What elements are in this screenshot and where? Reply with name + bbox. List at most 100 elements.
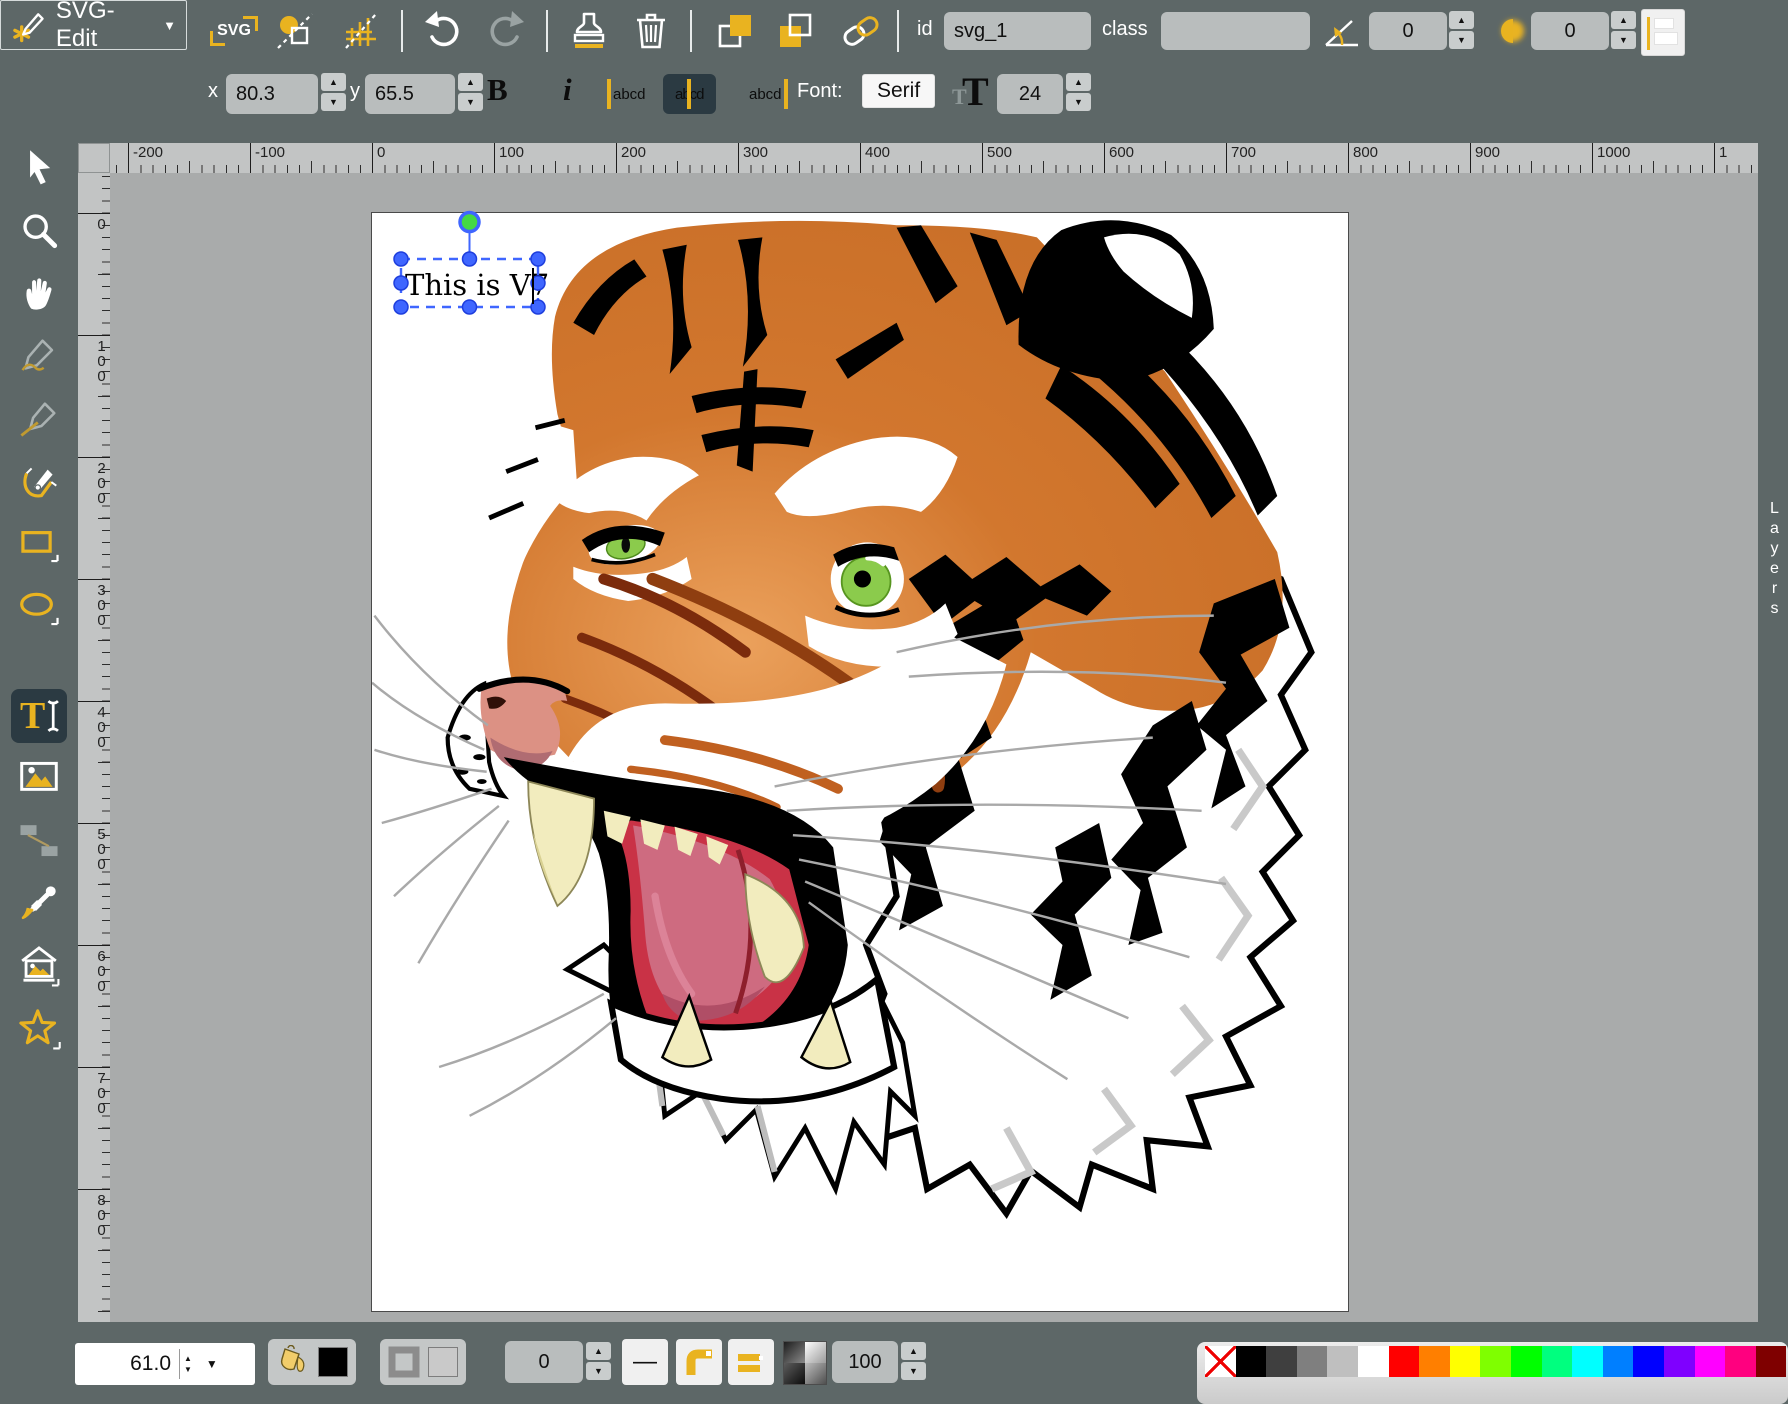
fill-color-group[interactable] [268,1339,356,1385]
source-editor-button[interactable]: SVG [211,8,257,54]
h-ruler-label: 500 [982,143,1104,173]
tool-zoom[interactable] [11,208,67,252]
magnifier-icon [20,211,58,249]
move-bottom-icon [773,9,817,53]
tool-image[interactable] [11,755,67,799]
tool-rect[interactable] [11,523,67,567]
layers-panel-toggle[interactable]: Layers [1758,125,1788,1322]
zoom-dropdown-chevron[interactable]: ▼ [206,1357,218,1371]
workspace: -200-10001002003004005006007008009001000… [77,125,1758,1322]
move-to-top-button[interactable] [712,8,758,54]
italic-button[interactable]: i [563,72,572,108]
panel-preview-block [1654,32,1678,45]
palette-swatch-ff7f00[interactable] [1419,1346,1450,1377]
tool-pan[interactable] [11,271,67,315]
stroke-color-swatch[interactable] [428,1347,458,1377]
zoom-down-button[interactable]: ▼ [184,1366,192,1374]
bold-button[interactable]: B [487,72,508,108]
clone-button[interactable] [566,8,612,54]
tool-eyedropper[interactable] [11,881,67,925]
palette-swatch-3f3f3f[interactable] [1266,1346,1297,1377]
blur-input[interactable] [1531,12,1609,50]
stroke-color-group[interactable] [380,1339,466,1385]
palette-swatch-ff0000[interactable] [1389,1346,1420,1377]
y-label: y [350,80,360,103]
tool-ellipse[interactable] [11,586,67,630]
palette-swatch-ffff00[interactable] [1450,1346,1481,1377]
y-down-button[interactable]: ▼ [458,93,483,111]
font-size-up-button[interactable]: ▲ [1066,73,1091,91]
palette-swatch-ff00ff[interactable] [1695,1346,1726,1377]
h-ruler-label: -200 [128,143,250,173]
palette-swatch-7f00ff[interactable] [1664,1346,1695,1377]
panel-toggle-button[interactable] [1641,9,1685,56]
palette-swatch-00ffff[interactable] [1572,1346,1603,1377]
tool-connector[interactable] [11,818,67,862]
palette-swatch-ff007f[interactable] [1725,1346,1756,1377]
linejoin-button[interactable] [676,1339,722,1385]
font-size-down-button[interactable]: ▼ [1066,93,1091,111]
x-up-button[interactable]: ▲ [321,73,346,91]
editor-preferences-button[interactable] [338,8,384,54]
canvas-text-element[interactable]: This is V7 [405,270,549,300]
palette-swatch-000000[interactable] [1236,1346,1267,1377]
font-size-input[interactable] [997,74,1063,114]
opacity-input[interactable] [832,1341,898,1383]
palette-swatch-none[interactable] [1205,1346,1236,1377]
stroke-width-up-button[interactable]: ▲ [586,1342,611,1360]
element-id-input[interactable] [944,12,1091,50]
tool-select[interactable] [11,145,67,189]
tool-path[interactable] [11,460,67,504]
palette-swatch-00ff7f[interactable] [1542,1346,1573,1377]
palette-swatch-7f7f7f[interactable] [1297,1346,1328,1377]
opacity-up-button[interactable]: ▲ [901,1342,926,1360]
tool-line[interactable] [11,397,67,441]
stroke-width-down-button[interactable]: ▼ [586,1362,611,1380]
stroke-style-button[interactable]: — [622,1339,668,1385]
stroke-width-input[interactable] [505,1341,583,1383]
tool-shape-library[interactable] [11,944,67,988]
text-anchor-middle-button[interactable]: abcd [663,74,716,114]
fill-color-swatch[interactable] [318,1347,348,1377]
zoom-control[interactable]: 61.0 ▲ ▼ ▼ [75,1343,255,1385]
undo-button[interactable] [421,8,467,54]
linecap-button[interactable] [728,1339,774,1385]
text-anchor-end-button[interactable]: abcd [743,74,792,114]
angle-up-button[interactable]: ▲ [1449,11,1474,29]
tool-text[interactable]: T [11,689,67,743]
rotation-angle-icon [1322,13,1362,51]
make-link-button[interactable] [838,8,884,54]
palette-swatch-ffffff[interactable] [1358,1346,1389,1377]
select-arrow-icon [20,148,58,186]
palette-swatch-bfbfbf[interactable] [1327,1346,1358,1377]
font-family-button[interactable]: Serif [862,74,935,108]
redo-button[interactable] [482,8,528,54]
canvas-scroll-area[interactable]: This is V7 [110,173,1758,1322]
document-properties-button[interactable] [272,8,318,54]
tool-pencil[interactable] [11,334,67,378]
angle-down-button[interactable]: ▼ [1449,31,1474,49]
svg-canvas[interactable]: This is V7 [372,213,1348,1311]
x-down-button[interactable]: ▼ [321,93,346,111]
palette-swatch-0000ff[interactable] [1633,1346,1664,1377]
blur-up-button[interactable]: ▲ [1611,11,1636,29]
palette-swatch-00ff00[interactable] [1511,1346,1542,1377]
palette-swatch-7fff00[interactable] [1480,1346,1511,1377]
blur-down-button[interactable]: ▼ [1611,31,1636,49]
opacity-down-button[interactable]: ▼ [901,1362,926,1380]
y-up-button[interactable]: ▲ [458,73,483,91]
main-menu-button[interactable]: SVG-Edit ▼ [0,0,187,50]
move-to-bottom-button[interactable] [772,8,818,54]
x-coordinate-input[interactable] [226,74,318,114]
tool-star[interactable] [11,1007,67,1051]
y-coordinate-input[interactable] [365,74,455,114]
undo-icon [422,9,466,53]
pencil-icon [19,336,59,376]
palette-swatch-7f0000[interactable] [1756,1346,1787,1377]
zoom-up-button[interactable]: ▲ [184,1355,192,1363]
angle-input[interactable] [1369,12,1447,50]
element-class-input[interactable] [1161,12,1310,50]
delete-button[interactable] [628,8,674,54]
palette-swatch-007fff[interactable] [1603,1346,1634,1377]
text-anchor-start-button[interactable]: abcd [603,74,652,114]
